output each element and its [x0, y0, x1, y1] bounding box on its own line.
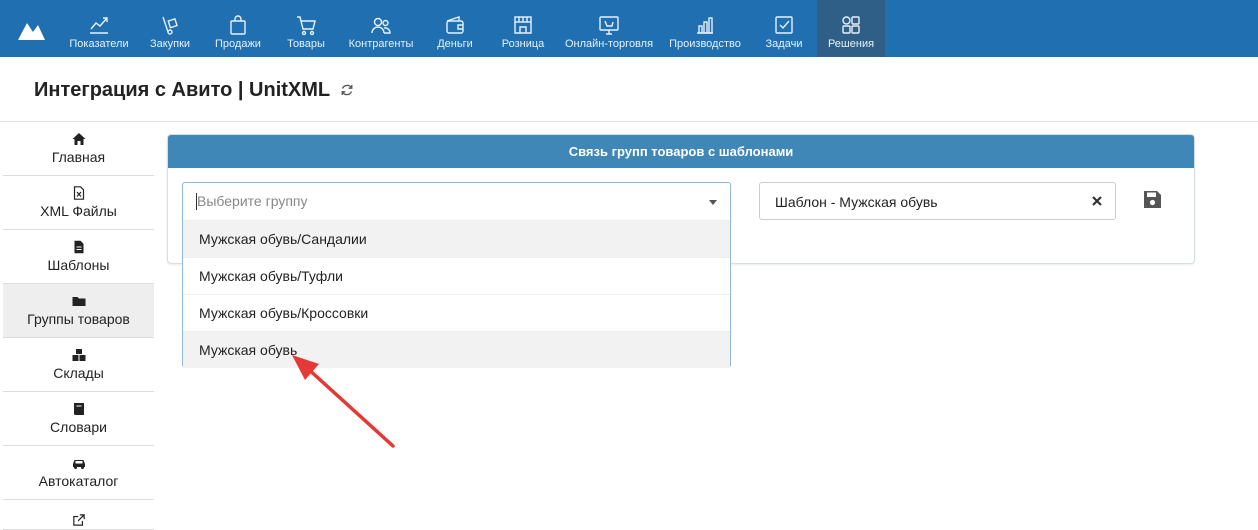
nav-item-label: Продажи: [215, 38, 261, 50]
sidebar-item-autocatalog[interactable]: Автокаталог: [3, 446, 154, 500]
nav-item-tasks[interactable]: Задачи: [758, 0, 810, 57]
nav-item-label: Контрагенты: [348, 38, 414, 50]
bar-chart-icon: [697, 17, 713, 34]
template-select[interactable]: Шаблон - Мужская обувь: [759, 182, 1116, 220]
dropdown-option[interactable]: Мужская обувь/Туфли: [183, 257, 730, 294]
home-icon: [72, 133, 85, 145]
wallet-icon: [446, 16, 464, 34]
sidebar-item-warehouses[interactable]: Склады: [3, 338, 154, 392]
sidebar-item-xml-files[interactable]: XML Файлы: [3, 176, 154, 230]
app-logo[interactable]: [14, 14, 48, 44]
users-icon: [371, 17, 391, 34]
nav-item-label: Задачи: [765, 38, 803, 50]
store-icon: [514, 16, 532, 34]
nav-item-label: Деньги: [437, 38, 473, 50]
group-select-placeholder: Выберите группу: [197, 193, 308, 209]
checkbox-icon: [775, 16, 793, 34]
nav-item-label: Розница: [501, 38, 545, 50]
nav-item-label: Закупки: [149, 38, 191, 50]
template-select-value: Шаблон - Мужская обувь: [775, 194, 938, 210]
chart-line-icon: [90, 17, 108, 34]
nav-item-products[interactable]: Товары: [280, 0, 332, 57]
group-select-dropdown[interactable]: Выберите группу Мужская обувь/Сандалии М…: [182, 182, 731, 368]
shopping-cart-icon: [297, 16, 316, 36]
file-xml-icon: [73, 186, 84, 200]
sidebar-item-label: XML Файлы: [40, 203, 117, 219]
sidebar-item-label: Группы товаров: [27, 311, 130, 327]
top-navbar: Показатели Закупки Продажи Товары Контра…: [0, 0, 1258, 57]
sidebar-item-partial[interactable]: [3, 500, 154, 530]
folder-icon: [72, 297, 85, 306]
nav-item-label: Производство: [669, 38, 741, 50]
sidebar-item-label: Автокаталог: [38, 473, 119, 489]
sidebar-item-dictionaries[interactable]: Словари: [3, 392, 154, 446]
sidebar-item-label: Главная: [51, 149, 106, 165]
nav-item-purchases[interactable]: Закупки: [144, 0, 196, 57]
boxes-icon: [72, 349, 85, 361]
nav-item-production[interactable]: Производство: [664, 0, 746, 57]
panel-title: Связь групп товаров с шаблонами: [168, 135, 1194, 168]
book-icon: [73, 403, 84, 415]
save-icon[interactable]: [1143, 190, 1162, 209]
shopping-bag-icon: [230, 15, 246, 35]
apps-icon: [842, 16, 860, 34]
nav-item-indicators[interactable]: Показатели: [64, 0, 134, 57]
nav-item-counterparties[interactable]: Контрагенты: [344, 0, 418, 57]
sidebar-item-product-groups[interactable]: Группы товаров: [3, 284, 154, 338]
cart-dolly-icon: [162, 16, 178, 35]
nav-item-label: Решения: [827, 38, 875, 50]
file-icon: [74, 240, 83, 254]
nav-item-solutions[interactable]: Решения: [817, 0, 885, 57]
close-icon[interactable]: [1091, 195, 1103, 207]
nav-item-label: Показатели: [69, 38, 129, 50]
online-store-icon: [599, 16, 619, 35]
nav-item-label: Онлайн-торговля: [564, 38, 654, 50]
nav-item-label: Товары: [287, 38, 325, 50]
sidebar-item-label: Словари: [50, 419, 107, 435]
nav-item-money[interactable]: Деньги: [430, 0, 480, 57]
dropdown-option[interactable]: Мужская обувь/Сандалии: [183, 220, 730, 257]
sidebar-item-label: Склады: [53, 365, 104, 381]
nav-item-online-trading[interactable]: Онлайн-торговля: [560, 0, 658, 57]
dropdown-option[interactable]: Мужская обувь/Кроссовки: [183, 294, 730, 331]
page-title: Интеграция с Авито | UnitXML: [34, 79, 331, 101]
nav-item-sales[interactable]: Продажи: [208, 0, 268, 57]
dropdown-option-highlighted[interactable]: Мужская обувь: [183, 331, 730, 368]
sidebar: Главная XML Файлы Шаблоны Группы товаров…: [3, 122, 154, 530]
page-header: Интеграция с Авито | UnitXML: [0, 57, 1258, 122]
sidebar-item-label: Шаблоны: [47, 257, 110, 273]
chevron-down-icon[interactable]: [709, 200, 717, 205]
group-search-input[interactable]: Выберите группу: [183, 183, 730, 220]
sidebar-item-home[interactable]: Главная: [3, 122, 154, 176]
refresh-icon[interactable]: [340, 83, 354, 97]
sidebar-item-templates[interactable]: Шаблоны: [3, 230, 154, 284]
external-link-icon: [72, 514, 85, 526]
car-icon: [72, 460, 85, 469]
nav-item-retail[interactable]: Розница: [496, 0, 550, 57]
